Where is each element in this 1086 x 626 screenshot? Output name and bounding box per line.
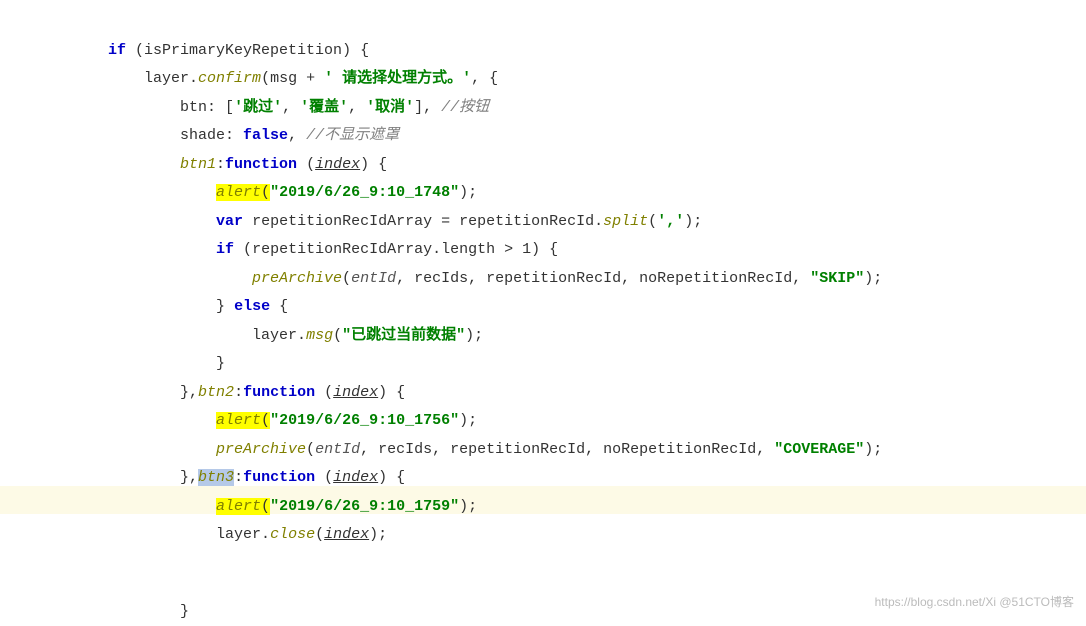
alert-call: alert xyxy=(216,412,261,429)
text-selection: btn3 xyxy=(198,469,234,486)
identifier: isPrimaryKeyRepetition xyxy=(144,42,342,59)
prop-btn1: btn1 xyxy=(180,156,216,173)
prop-btn2: btn2 xyxy=(198,384,234,401)
partial-last-line: } xyxy=(108,598,189,626)
string-literal: ' 请选择处理方式。' xyxy=(324,70,471,87)
debug-string: "2019/6/26_9:10_1756" xyxy=(270,412,459,429)
debug-string: "2019/6/26_9:10_1748" xyxy=(270,184,459,201)
param-index: index xyxy=(315,156,360,173)
alert-call: alert xyxy=(216,184,261,201)
comment: //不显示遮罩 xyxy=(306,127,399,144)
punct: ( xyxy=(126,42,144,59)
prop-btn3: btn3 xyxy=(198,469,234,486)
method-confirm: confirm xyxy=(198,70,261,87)
debug-string: "2019/6/26_9:10_1759" xyxy=(270,498,459,515)
prop-shade: shade xyxy=(180,127,225,144)
watermark-text: https://blog.csdn.net/Xi @51CTO博客 xyxy=(875,591,1074,614)
alert-call: alert xyxy=(216,498,261,515)
keyword-if: if xyxy=(108,42,126,59)
code-editor[interactable]: if (isPrimaryKeyRepetition) { layer.conf… xyxy=(0,0,1086,550)
comment: //按钮 xyxy=(441,99,489,116)
prop-btn: btn xyxy=(180,99,207,116)
object: layer xyxy=(144,70,189,87)
preArchive-call: preArchive xyxy=(252,270,342,287)
punct: ) { xyxy=(342,42,369,59)
